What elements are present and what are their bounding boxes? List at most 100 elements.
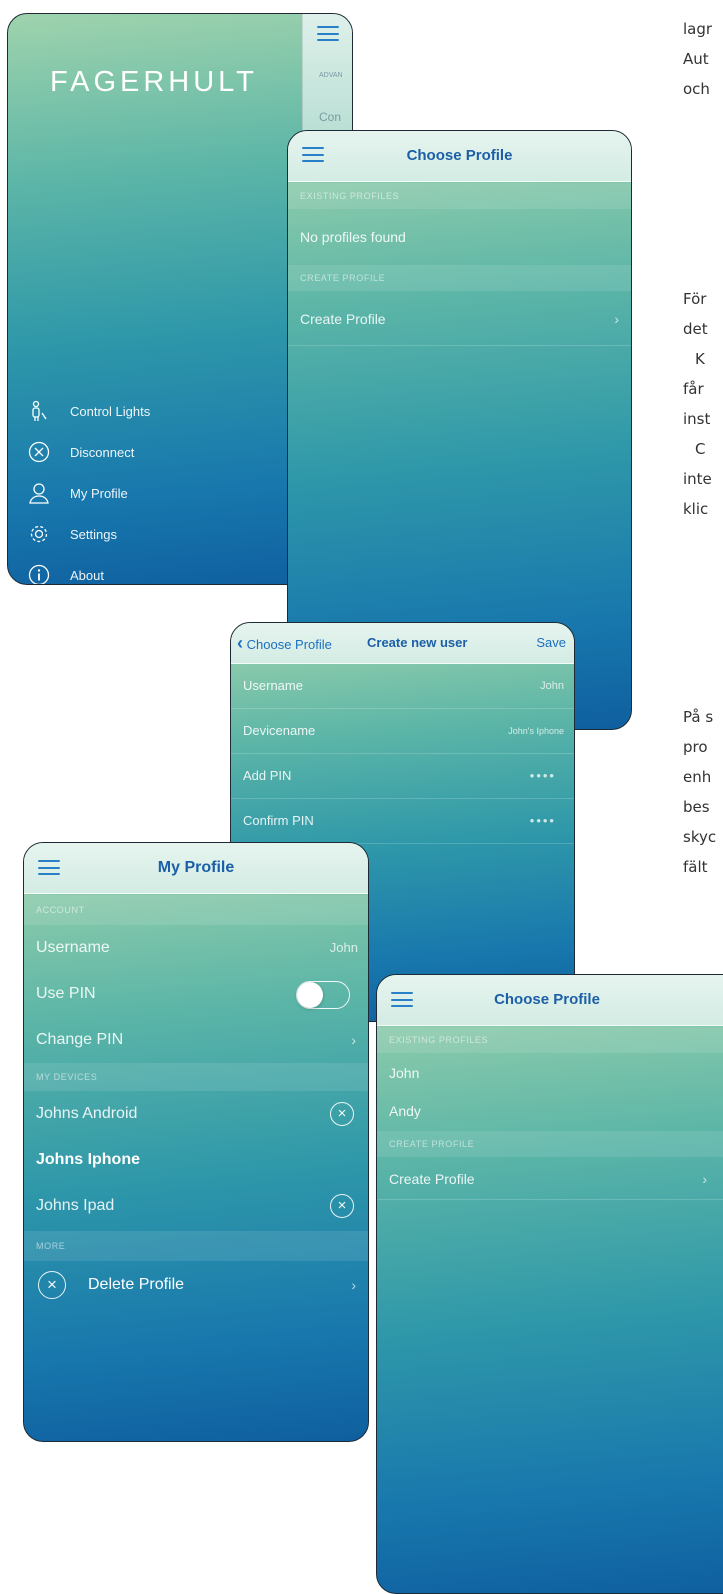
screen-title: Choose Profile [494, 991, 600, 1008]
field-label: Confirm PIN [243, 813, 314, 828]
username-row: Username John [24, 925, 368, 971]
profile-row-john[interactable]: John [377, 1055, 723, 1091]
peek-panel: ADVAN Con [302, 14, 352, 134]
use-pin-toggle[interactable] [296, 981, 350, 1009]
row-label: Use PIN [36, 985, 96, 1002]
text-line: På s [683, 708, 714, 726]
section-header: MY DEVICES [24, 1063, 368, 1091]
side-text-low: På s pro enh bes skyc fält [683, 702, 716, 882]
field-value: •••• [529, 813, 556, 828]
add-pin-field[interactable]: Add PIN •••• [231, 754, 574, 799]
row-label: Create Profile [300, 311, 386, 327]
chevron-right-icon: › [614, 311, 619, 327]
profile-name: Andy [389, 1103, 421, 1119]
peek-item: Con [319, 110, 342, 124]
text-line: inte [683, 470, 712, 488]
device-name: Johns Android [36, 1105, 138, 1122]
create-profile-row[interactable]: Create Profile › [288, 293, 631, 346]
menu-item-label: Control Lights [70, 404, 151, 419]
text-line: C [695, 440, 706, 458]
chevron-right-icon: › [351, 1032, 356, 1048]
field-label: Add PIN [243, 768, 292, 783]
text-line: bes [683, 798, 710, 816]
chevron-right-icon: › [351, 1277, 356, 1293]
device-row-current: Johns Iphone [24, 1137, 368, 1183]
menu-item-label: Settings [70, 527, 117, 542]
menu-icon[interactable] [317, 26, 339, 41]
text-line: lagr [683, 20, 713, 38]
gear-icon [28, 523, 50, 545]
row-label: Change PIN [36, 1031, 124, 1048]
back-button[interactable]: ‹ Choose Profile [237, 623, 332, 663]
device-name: Johns Iphone [36, 1151, 140, 1168]
device-row: Johns Ipad × [24, 1183, 368, 1229]
nav-bar: Choose Profile [377, 975, 723, 1026]
delete-profile-row[interactable]: × Delete Profile › [24, 1261, 368, 1309]
field-label: Username [243, 678, 303, 693]
devicename-field[interactable]: Devicename John's Iphone [231, 709, 574, 754]
row-label: Create Profile [389, 1171, 475, 1187]
device-name: Johns Ipad [36, 1197, 115, 1214]
fagerhult-logo: FAGERHULT [50, 66, 258, 98]
profile-name: John [389, 1065, 420, 1081]
row-label: Delete Profile [88, 1276, 185, 1293]
toggle-knob [297, 982, 323, 1008]
create-profile-row[interactable]: Create Profile › [377, 1159, 723, 1200]
field-value: •••• [529, 768, 556, 783]
nav-bar: Choose Profile [288, 131, 631, 182]
remove-device-icon[interactable]: × [330, 1194, 354, 1218]
device-row: Johns Android × [24, 1091, 368, 1137]
profile-row-andy[interactable]: Andy [377, 1093, 723, 1129]
close-circle-icon [28, 441, 50, 463]
side-text-mid: För det K får inst C inte klic [683, 284, 712, 524]
text-line: För [683, 290, 707, 308]
section-header: CREATE PROFILE [288, 265, 631, 291]
text-line: får [683, 380, 704, 398]
row-label: Username [36, 939, 110, 956]
menu-item-label: My Profile [70, 486, 128, 501]
menu-item-label: Disconnect [70, 445, 135, 460]
menu-item-label: About [70, 568, 104, 583]
person-light-icon [28, 400, 50, 422]
user-icon [28, 482, 50, 504]
section-header: EXISTING PROFILES [377, 1027, 723, 1053]
screen-title: Choose Profile [406, 147, 513, 164]
text-line: Aut [683, 50, 709, 68]
nav-bar: My Profile [24, 843, 368, 894]
text-line: skyc [683, 828, 717, 846]
field-value: John's Iphone [508, 726, 564, 736]
remove-device-icon[interactable]: × [330, 1102, 354, 1126]
change-pin-row[interactable]: Change PIN › [24, 1017, 368, 1063]
text-line: det [683, 320, 708, 338]
row-value: John [329, 940, 358, 955]
text-line: pro [683, 738, 708, 756]
section-header: ACCOUNT [24, 895, 368, 925]
my-profile-screen: My Profile ACCOUNT Username John Use PIN… [23, 842, 369, 1442]
empty-state-text: No profiles found [300, 229, 406, 245]
section-header: CREATE PROFILE [377, 1131, 723, 1157]
info-icon [28, 564, 50, 584]
delete-icon: × [38, 1271, 66, 1299]
confirm-pin-field[interactable]: Confirm PIN •••• [231, 799, 574, 844]
side-text-top: lagr Aut och [683, 14, 712, 104]
field-label: Devicename [243, 723, 316, 738]
save-button[interactable]: Save [536, 623, 566, 663]
choose-profile-filled-screen: Choose Profile EXISTING PROFILES John An… [376, 974, 723, 1594]
use-pin-row: Use PIN [24, 971, 368, 1017]
username-field[interactable]: Username John [231, 664, 574, 709]
text-line: inst [683, 410, 711, 428]
screen-title: Create new user [367, 635, 468, 650]
text-line: klic [683, 500, 709, 518]
text-line: enh [683, 768, 712, 786]
text-line: K [695, 350, 705, 368]
nav-bar: ‹ Choose Profile Create new user Save [231, 623, 574, 664]
text-line: och [683, 80, 710, 98]
chevron-left-icon: ‹ [237, 633, 243, 653]
peek-section: ADVAN [319, 72, 343, 79]
section-header: MORE [24, 1231, 368, 1261]
section-header: EXISTING PROFILES [288, 183, 631, 209]
field-value: John [540, 680, 564, 692]
screen-title: My Profile [157, 859, 235, 876]
back-label: Choose Profile [246, 637, 332, 652]
chevron-right-icon: › [702, 1171, 707, 1187]
